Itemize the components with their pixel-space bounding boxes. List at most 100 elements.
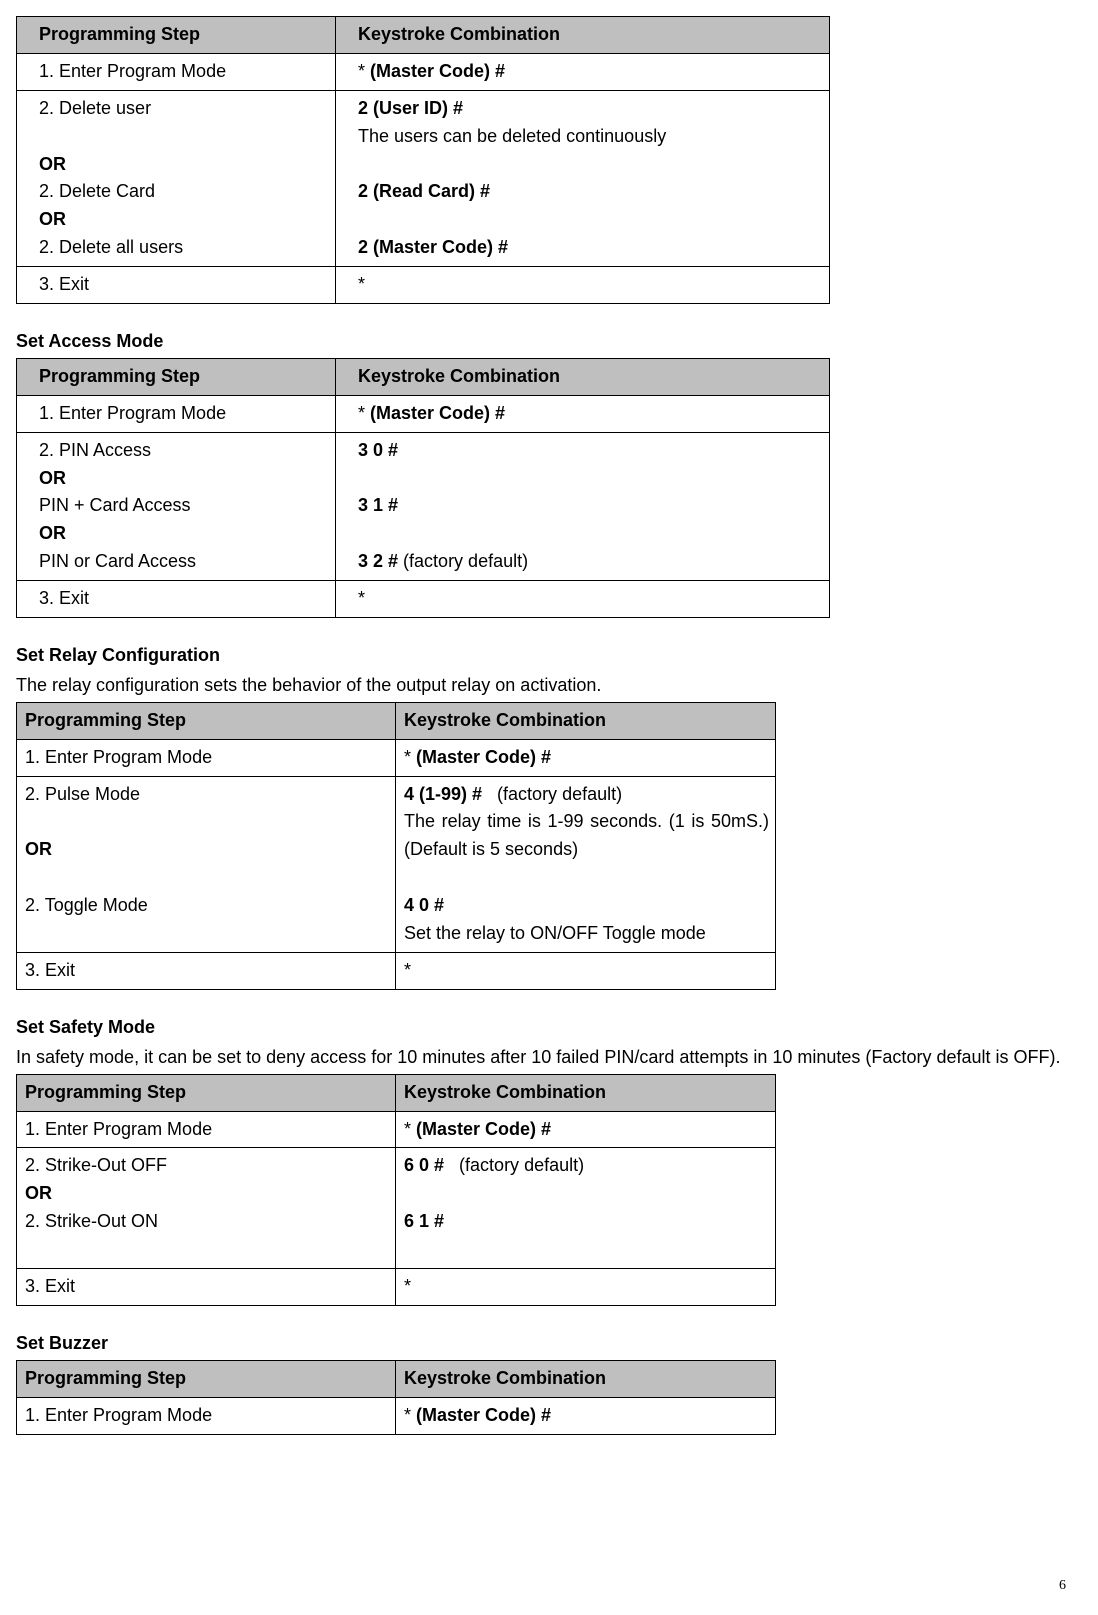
table-row: 1. Enter Program Mode* (Master Code) # (17, 395, 830, 432)
text-line (25, 1236, 389, 1264)
text-line: 2. Toggle Mode (25, 892, 389, 920)
programming-table: Programming StepKeystroke Combination1. … (16, 1360, 776, 1435)
table-cell-step: 3. Exit (17, 581, 336, 618)
table-cell-keystroke: 6 0 # (factory default) 6 1 # (396, 1148, 776, 1269)
table-cell-keystroke: * (Master Code) # (396, 1111, 776, 1148)
table-row: 3. Exit* (17, 581, 830, 618)
text-line (358, 206, 823, 234)
text-line (358, 465, 823, 493)
text-line: OR (25, 1180, 389, 1208)
table-cell-keystroke: * (Master Code) # (336, 53, 830, 90)
text-line: The users can be deleted continuously (358, 123, 823, 151)
table-row: 2. Delete user OR2. Delete CardOR2. Dele… (17, 90, 830, 266)
table-header: Keystroke Combination (396, 1360, 776, 1397)
table-cell-step: 1. Enter Program Mode (17, 395, 336, 432)
table-cell-step: 1. Enter Program Mode (17, 739, 396, 776)
text-line: Set the relay to ON/OFF Toggle mode (404, 920, 769, 948)
text-line: OR (39, 520, 329, 548)
table-cell-step: 1. Enter Program Mode (17, 1397, 396, 1434)
text-line: 4 (1-99) # (factory default) (404, 781, 769, 809)
text-line: 3 0 # (358, 437, 823, 465)
table-header: Programming Step (17, 358, 336, 395)
text-line (358, 520, 823, 548)
text-line: OR (39, 465, 329, 493)
text-line: 2. Pulse Mode (25, 781, 389, 809)
text-line (404, 1180, 769, 1208)
document-body: Programming StepKeystroke Combination1. … (16, 16, 1086, 1435)
table-cell-keystroke: * (396, 952, 776, 989)
text-line: 6 1 # (404, 1208, 769, 1236)
table-header: Keystroke Combination (336, 17, 830, 54)
section-title: Set Safety Mode (16, 1014, 1086, 1042)
section-description: The relay configuration sets the behavio… (16, 672, 1086, 700)
table-row: 3. Exit* (17, 952, 776, 989)
table-cell-step: 3. Exit (17, 1268, 396, 1305)
text-line: The relay time is 1-99 seconds. (1 is 50… (404, 808, 769, 864)
text-line: OR (39, 151, 329, 179)
table-row: 3. Exit* (17, 1268, 776, 1305)
text-line: PIN + Card Access (39, 492, 329, 520)
text-line (25, 808, 389, 836)
table-cell-keystroke: * (Master Code) # (336, 395, 830, 432)
programming-table: Programming StepKeystroke Combination1. … (16, 1074, 776, 1306)
text-line: 2. PIN Access (39, 437, 329, 465)
table-row: 1. Enter Program Mode* (Master Code) # (17, 53, 830, 90)
table-cell-keystroke: 4 (1-99) # (factory default)The relay ti… (396, 776, 776, 952)
table-cell-keystroke: * (396, 1268, 776, 1305)
table-row: 1. Enter Program Mode* (Master Code) # (17, 1111, 776, 1148)
section-title: Set Buzzer (16, 1330, 1086, 1358)
text-line (25, 864, 389, 892)
text-line: 2. Delete all users (39, 234, 329, 262)
table-cell-keystroke: * (Master Code) # (396, 1397, 776, 1434)
text-line (404, 1236, 769, 1264)
table-row: 2. Pulse Mode OR 2. Toggle Mode4 (1-99) … (17, 776, 776, 952)
table-cell-keystroke: 3 0 # 3 1 # 3 2 # (factory default) (336, 432, 830, 580)
table-header: Programming Step (17, 17, 336, 54)
page-number: 6 (1059, 1575, 1066, 1597)
text-line: 2 (Master Code) # (358, 234, 823, 262)
text-line (358, 151, 823, 179)
table-header: Programming Step (17, 702, 396, 739)
section-title: Set Relay Configuration (16, 642, 1086, 670)
table-row: 1. Enter Program Mode* (Master Code) # (17, 1397, 776, 1434)
table-header: Programming Step (17, 1074, 396, 1111)
text-line (39, 123, 329, 151)
text-line: OR (39, 206, 329, 234)
section-title: Set Access Mode (16, 328, 1086, 356)
table-cell-keystroke: * (336, 267, 830, 304)
programming-table: Programming StepKeystroke Combination1. … (16, 702, 776, 990)
table-row: 3. Exit* (17, 267, 830, 304)
text-line: 3 2 # (factory default) (358, 548, 823, 576)
table-cell-step: 3. Exit (17, 267, 336, 304)
table-header: Keystroke Combination (396, 1074, 776, 1111)
table-cell-step: 2. Strike-Out OFFOR2. Strike-Out ON (17, 1148, 396, 1269)
text-line (404, 864, 769, 892)
programming-table: Programming StepKeystroke Combination1. … (16, 16, 830, 304)
table-cell-keystroke: 2 (User ID) #The users can be deleted co… (336, 90, 830, 266)
table-header: Keystroke Combination (336, 358, 830, 395)
text-line: 2. Delete Card (39, 178, 329, 206)
table-header: Programming Step (17, 1360, 396, 1397)
text-line: 4 0 # (404, 892, 769, 920)
programming-table: Programming StepKeystroke Combination1. … (16, 358, 830, 618)
table-cell-keystroke: * (336, 581, 830, 618)
text-line: 2. Strike-Out OFF (25, 1152, 389, 1180)
text-line: OR (25, 836, 389, 864)
table-cell-keystroke: * (Master Code) # (396, 739, 776, 776)
text-line: PIN or Card Access (39, 548, 329, 576)
text-line: 6 0 # (factory default) (404, 1152, 769, 1180)
table-cell-step: 1. Enter Program Mode (17, 1111, 396, 1148)
section-description: In safety mode, it can be set to deny ac… (16, 1044, 1086, 1072)
table-header: Keystroke Combination (396, 702, 776, 739)
table-row: 2. Strike-Out OFFOR2. Strike-Out ON 6 0 … (17, 1148, 776, 1269)
table-row: 1. Enter Program Mode* (Master Code) # (17, 739, 776, 776)
table-cell-step: 2. Delete user OR2. Delete CardOR2. Dele… (17, 90, 336, 266)
table-cell-step: 2. PIN AccessORPIN + Card AccessORPIN or… (17, 432, 336, 580)
text-line: 2 (Read Card) # (358, 178, 823, 206)
table-cell-step: 3. Exit (17, 952, 396, 989)
table-row: 2. PIN AccessORPIN + Card AccessORPIN or… (17, 432, 830, 580)
text-line: 2 (User ID) # (358, 95, 823, 123)
table-cell-step: 2. Pulse Mode OR 2. Toggle Mode (17, 776, 396, 952)
table-cell-step: 1. Enter Program Mode (17, 53, 336, 90)
text-line: 2. Strike-Out ON (25, 1208, 389, 1236)
